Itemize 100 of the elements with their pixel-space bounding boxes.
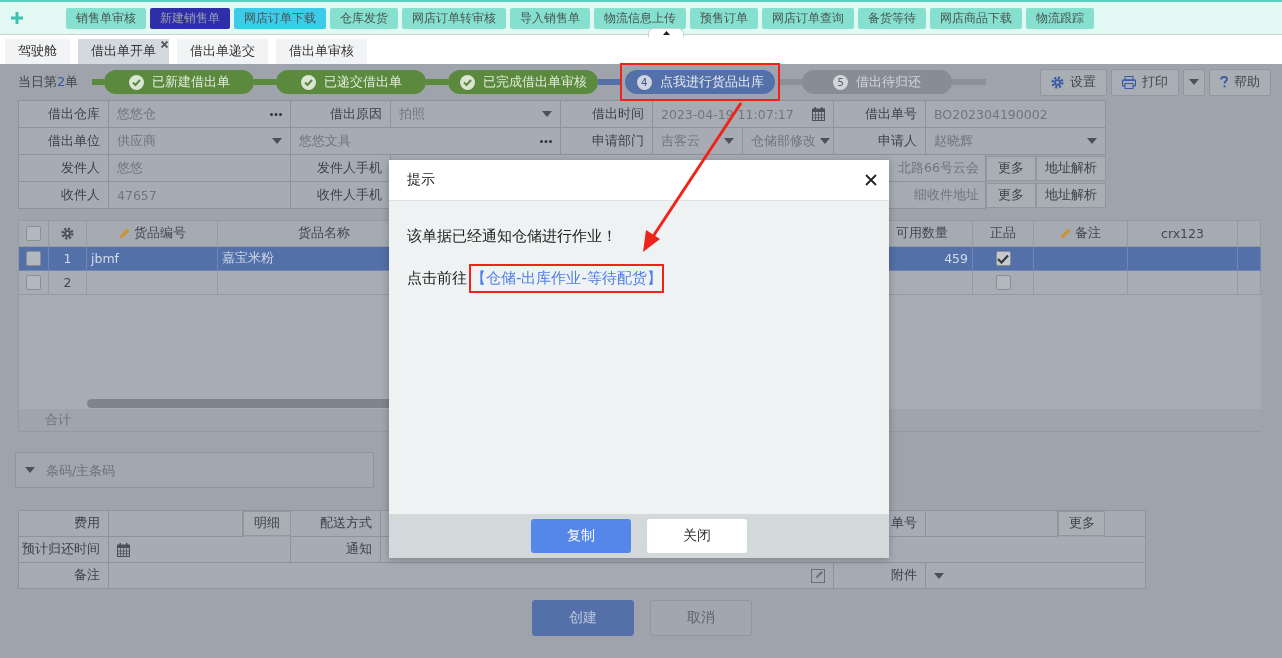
- field-label: 借出原因: [291, 101, 391, 128]
- dropdown-button[interactable]: [1183, 68, 1205, 96]
- checkbox[interactable]: [995, 251, 1011, 266]
- table-cell: 嘉宝米粉: [222, 250, 274, 267]
- input-field[interactable]: [1105, 511, 1146, 537]
- nav-button[interactable]: 备货等待: [858, 7, 926, 29]
- checkbox[interactable]: [26, 275, 41, 290]
- column-header: 备注: [1060, 225, 1101, 242]
- field-label: 申请部门: [561, 128, 653, 155]
- caret-icon: [272, 138, 282, 144]
- plus-icon[interactable]: [11, 12, 23, 24]
- toolbar-button[interactable]: 帮助: [1209, 68, 1271, 96]
- nav-button[interactable]: 导入销售单: [510, 7, 590, 29]
- caret-icon: [25, 467, 35, 473]
- toolbar-button[interactable]: 设置: [1040, 68, 1107, 96]
- step-connector: [254, 79, 277, 85]
- tab[interactable]: 借出单审核: [276, 39, 367, 64]
- caret-icon: [934, 572, 944, 579]
- nav-button[interactable]: 销售单审核: [66, 7, 146, 29]
- dialog-title: 提示: [407, 171, 435, 189]
- input-field[interactable]: [109, 511, 243, 537]
- check-circle-icon: [128, 74, 144, 90]
- select-field[interactable]: [926, 563, 1146, 589]
- column-header: 货品编号: [118, 225, 186, 242]
- caret-icon: [1087, 138, 1097, 144]
- progress-step: 已完成借出单审核: [448, 70, 599, 94]
- printer-icon: [1122, 75, 1136, 89]
- input-field[interactable]: [926, 511, 1058, 537]
- field-label: 发件人: [19, 155, 109, 182]
- field-label: 申请人: [834, 128, 926, 155]
- field-label: 费用: [19, 511, 109, 537]
- caret-icon: [724, 138, 734, 144]
- memo-field[interactable]: [109, 563, 834, 589]
- step-number: 4: [636, 74, 652, 90]
- progress-step: 已递交借出单: [276, 70, 427, 94]
- daily-order-count: 当日第2单: [18, 73, 79, 91]
- form-button[interactable]: 更多: [986, 182, 1036, 208]
- caret-icon: [820, 138, 830, 144]
- help-icon: [1220, 76, 1228, 88]
- toolbar-button[interactable]: 打印: [1111, 68, 1179, 96]
- step-connector: [426, 79, 449, 85]
- calendar-icon: [117, 542, 130, 557]
- step-connector: [780, 79, 803, 85]
- step-connector: [952, 79, 987, 85]
- settings-icon: [61, 227, 74, 240]
- field-label: 借出单位: [19, 128, 109, 155]
- action-button[interactable]: 创建: [532, 600, 634, 636]
- nav-button[interactable]: 预售订单: [690, 7, 758, 29]
- caret-icon: [1189, 79, 1199, 85]
- progress-step[interactable]: 4 点我进行货品出库: [625, 70, 776, 94]
- checkbox[interactable]: [995, 275, 1011, 290]
- dialog-prompt: 点击前往: [407, 269, 467, 288]
- checkbox[interactable]: [26, 251, 41, 266]
- form-button[interactable]: 更多: [986, 155, 1036, 181]
- settings-icon: [1051, 75, 1064, 89]
- close-icon[interactable]: [865, 174, 877, 186]
- tab[interactable]: 借出单递交: [177, 39, 268, 64]
- table-cell: 1: [63, 251, 72, 266]
- dialog-button[interactable]: 复制: [531, 519, 631, 553]
- date-field[interactable]: [109, 537, 291, 563]
- field-label: 备注: [19, 563, 109, 589]
- check-circle-icon: [459, 74, 475, 90]
- field-label: 借出时间: [561, 101, 653, 128]
- table-cell: 459: [944, 251, 968, 266]
- field-label: 附件: [834, 563, 926, 589]
- form-button[interactable]: 地址解析: [1036, 182, 1106, 208]
- more-icon: [540, 139, 552, 143]
- form-button[interactable]: 明细: [243, 511, 291, 536]
- nav-button[interactable]: 网店订单查询: [762, 7, 854, 29]
- step-connector: [92, 79, 105, 85]
- nav-button[interactable]: 物流信息上传: [594, 7, 686, 29]
- field-label: 收件人: [19, 182, 109, 209]
- dialog-button[interactable]: 关闭: [647, 519, 747, 553]
- tab[interactable]: 借出单开单: [78, 39, 169, 64]
- column-header: 正品: [990, 225, 1016, 242]
- field-label: 预计归还时间: [19, 537, 109, 563]
- more-icon: [270, 112, 282, 116]
- field-label: 收件人手机: [291, 182, 391, 209]
- nav-button[interactable]: 网店商品下载: [930, 7, 1022, 29]
- nav-button[interactable]: 网店订单下载: [234, 7, 326, 29]
- nav-button[interactable]: 新建销售单: [150, 7, 230, 29]
- table-cell: 2: [63, 275, 72, 290]
- nav-button[interactable]: 仓库发货: [330, 7, 398, 29]
- tab[interactable]: 驾驶舱: [5, 39, 70, 64]
- field-label: 借出仓库: [19, 101, 109, 128]
- dialog-message: 该单据已经通知仓储进行作业！: [407, 227, 618, 246]
- field-label: 通知: [291, 537, 381, 563]
- check-circle-icon: [300, 74, 316, 90]
- caret-icon: [542, 111, 552, 117]
- checkbox[interactable]: [26, 226, 41, 241]
- form-button[interactable]: 更多: [1058, 511, 1105, 536]
- edit-icon: [811, 568, 825, 583]
- progress-step: 已新建借出单: [104, 70, 255, 94]
- navigation-link[interactable]: 【仓储-出库作业-等待配货】: [469, 264, 664, 293]
- nav-button[interactable]: 网店订单转审核: [402, 7, 506, 29]
- table-cell: jbmf: [91, 251, 119, 266]
- nav-button[interactable]: 物流跟踪: [1026, 7, 1094, 29]
- column-header: 可用数量: [895, 225, 948, 242]
- form-button[interactable]: 地址解析: [1036, 155, 1106, 181]
- field-label: 发件人手机: [291, 155, 391, 182]
